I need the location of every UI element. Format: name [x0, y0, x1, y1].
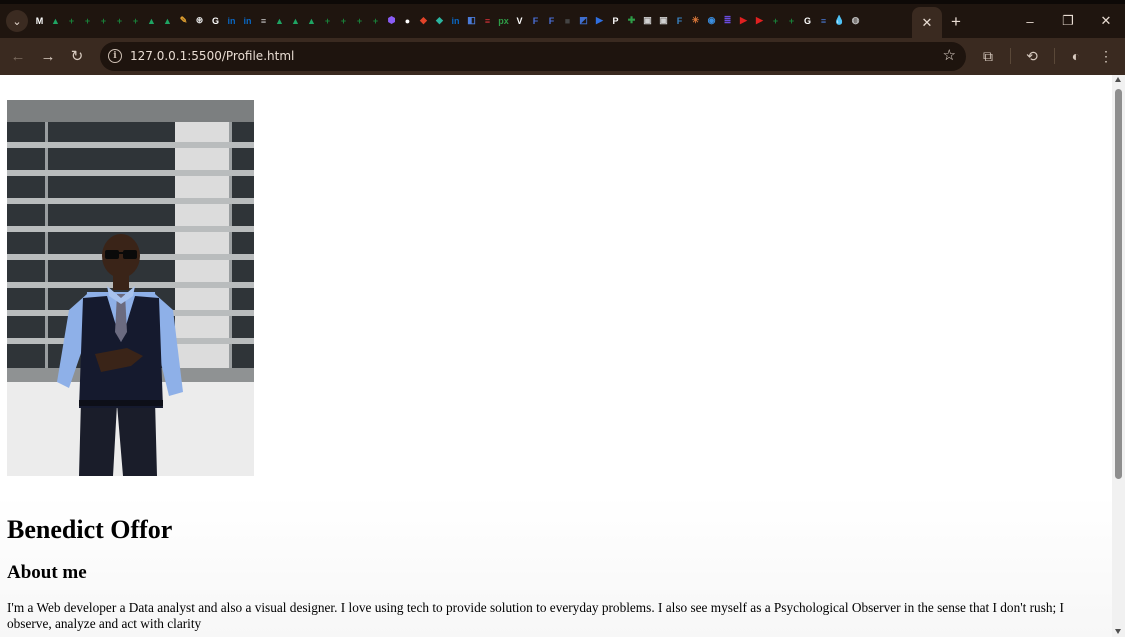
sheets-icon[interactable]: + — [128, 13, 143, 28]
forms-icon[interactable]: ≡ — [256, 13, 271, 28]
drive-icon[interactable]: ▲ — [144, 13, 159, 28]
spark-icon[interactable]: ✳ — [688, 13, 703, 28]
active-tab[interactable]: ✕ — [912, 7, 942, 38]
circle-icon[interactable]: ◉ — [704, 13, 719, 28]
v-icon[interactable]: V — [512, 13, 527, 28]
scroll-down-arrow-icon[interactable] — [1115, 629, 1121, 634]
news-icon[interactable]: ≡ — [480, 13, 495, 28]
forms-icon[interactable]: F — [528, 13, 543, 28]
cube-icon[interactable]: ⬢ — [384, 13, 399, 28]
puzzle-icon[interactable]: ◧ — [464, 13, 479, 28]
close-window-button[interactable]: ✕ — [1088, 10, 1124, 32]
linkedin-icon[interactable]: in — [240, 13, 255, 28]
tab-strip: ⌄ M ▲ + + + + + ▲ ▲ ✎ ⊛ Gin in ≡ ▲ ▲ ▲ + + + + ⬢ ● ◆ ◆ in ◧ ≡ px V F F ■… — [0, 0, 1125, 38]
sheets-icon[interactable]: + — [352, 13, 367, 28]
person-figure — [57, 234, 183, 476]
url-text[interactable]: 127.0.0.1:5500/Profile.html — [130, 49, 294, 63]
notes-icon[interactable]: ✎ — [176, 13, 191, 28]
chevron-down-icon: ⌄ — [12, 15, 22, 28]
toolbar: ← → ↻ i 127.0.0.1:5500/Profile.html ☆ ⧉ … — [0, 38, 1125, 75]
github-icon[interactable]: ● — [400, 13, 415, 28]
history-icon[interactable]: ⟲ — [1021, 45, 1043, 67]
about-heading: About me — [7, 562, 87, 583]
youtube-icon[interactable]: ▶ — [736, 13, 751, 28]
sheets-icon[interactable]: + — [784, 13, 799, 28]
px-icon[interactable]: px — [496, 13, 511, 28]
info-icon[interactable]: i — [108, 49, 122, 63]
toolbar-divider — [1054, 48, 1055, 64]
globe-icon[interactable]: ◍ — [848, 13, 863, 28]
extensions-icon[interactable]: ⧉ — [977, 45, 999, 67]
profile-photo — [7, 100, 254, 476]
drive-icon[interactable]: ▲ — [272, 13, 287, 28]
sheets-icon[interactable]: + — [368, 13, 383, 28]
f-icon[interactable]: F — [672, 13, 687, 28]
drop-icon[interactable]: 💧 — [832, 13, 847, 28]
sheets-icon[interactable]: + — [96, 13, 111, 28]
gitlab-icon[interactable]: ◆ — [416, 13, 431, 28]
toolbar-divider — [1010, 48, 1011, 64]
p-icon[interactable]: P — [608, 13, 623, 28]
linkedin-icon[interactable]: in — [448, 13, 463, 28]
profile-name: Benedict Offor — [7, 515, 173, 544]
list-icon[interactable]: ≣ — [720, 13, 735, 28]
reload-icon: ↻ — [70, 48, 84, 65]
pinned-tabs: M ▲ + + + + + ▲ ▲ ✎ ⊛ Gin in ≡ ▲ ▲ ▲ + + + + ⬢ ● ◆ ◆ in ◧ ≡ px V F F ■ ◩ ▶… — [32, 12, 908, 30]
arrow-right-icon: → — [40, 47, 56, 65]
plus-icon[interactable]: ✚ — [624, 13, 639, 28]
google-icon[interactable]: G — [800, 13, 815, 28]
arrow-left-icon: ← — [10, 47, 26, 65]
forward-button[interactable]: → — [36, 44, 60, 68]
forms-icon[interactable]: F — [544, 13, 559, 28]
sheets-icon[interactable]: + — [64, 13, 79, 28]
drive-icon[interactable]: ▲ — [48, 13, 63, 28]
bio-paragraph: I'm a Web developer a Data analyst and a… — [7, 600, 1064, 631]
mail-icon[interactable]: M — [32, 13, 47, 28]
scrollbar-thumb[interactable] — [1115, 89, 1122, 479]
drive-icon[interactable]: ▲ — [160, 13, 175, 28]
linkedin-icon[interactable]: in — [224, 13, 239, 28]
youtube-icon[interactable]: ▶ — [752, 13, 767, 28]
address-bar[interactable]: i 127.0.0.1:5500/Profile.html ☆ — [100, 42, 966, 71]
tab-search-button[interactable]: ⌄ — [6, 10, 28, 32]
profile-avatar-icon[interactable]: ◐ — [1065, 45, 1087, 67]
back-button[interactable]: ← — [6, 44, 30, 68]
drive-icon[interactable]: ▲ — [304, 13, 319, 28]
scroll-up-arrow-icon[interactable] — [1115, 77, 1121, 82]
menu-icon[interactable]: ⋮ — [1095, 45, 1117, 67]
close-icon[interactable]: ✕ — [922, 15, 933, 31]
image-icon[interactable]: ▣ — [640, 13, 655, 28]
sheets-icon[interactable]: + — [80, 13, 95, 28]
restore-button[interactable]: ❐ — [1050, 10, 1086, 32]
sheets-icon[interactable]: + — [320, 13, 335, 28]
sheets-icon[interactable]: + — [336, 13, 351, 28]
sheets-icon[interactable]: + — [768, 13, 783, 28]
minimize-button[interactable]: – — [1012, 10, 1048, 32]
docs-icon[interactable]: ≡ — [816, 13, 831, 28]
diamond-icon[interactable]: ◆ — [432, 13, 447, 28]
sheets-icon[interactable]: + — [112, 13, 127, 28]
new-tab-button[interactable]: + — [946, 12, 966, 32]
photo-icon[interactable]: ◩ — [576, 13, 591, 28]
google-icon[interactable]: G — [208, 13, 223, 28]
star-icon[interactable]: ☆ — [943, 46, 956, 64]
vertical-scrollbar[interactable] — [1112, 75, 1125, 637]
drive-icon[interactable]: ▲ — [288, 13, 303, 28]
page-viewport: Benedict Offor About me I'm a Web develo… — [0, 75, 1112, 637]
image-icon[interactable]: ▣ — [656, 13, 671, 28]
video-icon[interactable]: ▶ — [592, 13, 607, 28]
reload-button[interactable]: ↻ — [65, 44, 89, 68]
chatgpt-icon[interactable]: ⊛ — [192, 13, 207, 28]
square-icon[interactable]: ■ — [560, 13, 575, 28]
